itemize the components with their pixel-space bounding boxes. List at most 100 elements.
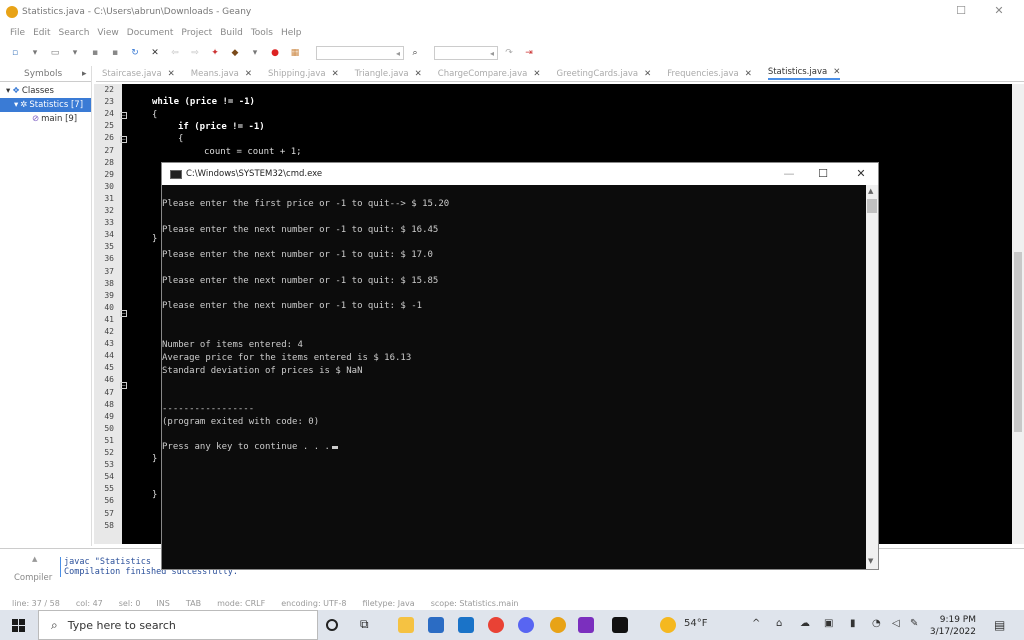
line-number: 44 (104, 351, 114, 361)
tab-label: GreetingCards.java (556, 68, 639, 79)
goto-line-field[interactable]: ◂ (434, 46, 498, 60)
close-tab-icon[interactable]: ✕ (245, 69, 252, 79)
run-icon[interactable]: ● (268, 46, 282, 60)
scrollbar-thumb[interactable] (1014, 252, 1022, 432)
tab-staircase[interactable]: Staircase.java ✕ (102, 69, 175, 79)
tab-frequencies[interactable]: Frequencies.java ✕ (667, 69, 752, 79)
search-field[interactable]: ◂ (316, 46, 404, 60)
menu-view[interactable]: View (97, 28, 118, 38)
fold-icon[interactable]: − (120, 136, 127, 143)
geany-icon[interactable] (550, 617, 566, 633)
expand-icon[interactable]: ▾ (6, 86, 10, 96)
tab-shipping[interactable]: Shipping.java ✕ (268, 69, 339, 79)
open-dropdown-icon[interactable]: ▾ (68, 46, 82, 60)
line-number: 42 (104, 327, 114, 336)
discord-icon[interactable] (518, 617, 534, 633)
tab-chargecompare[interactable]: ChargeCompare.java ✕ (438, 69, 541, 79)
tab-statistics[interactable]: Statistics.java ✕ (767, 67, 841, 80)
weather-temp[interactable]: 54°F (684, 618, 707, 629)
terminal-icon[interactable] (612, 617, 628, 633)
clock-time: 9:19 PM (939, 615, 976, 625)
tab-triangle[interactable]: Triangle.java ✕ (355, 69, 422, 79)
taskbar-search[interactable]: ⌕ Type here to search (38, 610, 318, 640)
save-icon[interactable]: ▪ (88, 46, 102, 60)
compile-icon[interactable]: ✦ (208, 46, 222, 60)
goto-line-icon[interactable]: ↷ (502, 46, 516, 60)
close-tab-icon[interactable]: ✕ (415, 69, 422, 79)
file-explorer-icon[interactable] (398, 617, 414, 633)
menu-document[interactable]: Document (127, 28, 174, 38)
editor-scrollbar[interactable] (1012, 84, 1024, 544)
scrollbar-thumb[interactable] (867, 199, 877, 213)
close-tab-icon[interactable]: ✕ (833, 67, 840, 77)
build-icon[interactable]: ◆ (228, 46, 242, 60)
tree-classes[interactable]: ▾ ❖ Classes (0, 84, 91, 98)
store-icon[interactable] (428, 617, 444, 633)
close-tab-icon[interactable]: ✕ (644, 69, 651, 79)
start-button[interactable] (0, 610, 36, 640)
network-icon[interactable]: ⌂ (776, 618, 782, 629)
new-file-icon[interactable]: ▫ (8, 46, 22, 60)
task-view-icon[interactable]: ⧉ (360, 617, 376, 633)
forward-icon[interactable]: ⇨ (188, 46, 202, 60)
minimize-icon[interactable]: — (782, 167, 796, 181)
menu-tools[interactable]: Tools (251, 28, 273, 38)
close-tab-icon[interactable]: ✕ (168, 69, 175, 79)
console-scrollbar[interactable]: ▲ ▼ (866, 185, 878, 569)
close-icon[interactable]: ✕ (992, 4, 1006, 18)
fold-icon[interactable]: − (120, 112, 127, 119)
tree-class-statistics[interactable]: ▾ ✲ Statistics [7] (0, 98, 91, 112)
line-number: 33 (104, 218, 114, 228)
chevron-up-icon[interactable]: ^ (752, 618, 760, 629)
chevron-up-icon[interactable]: ▲ (32, 555, 37, 563)
battery-icon[interactable]: ▮ (850, 618, 856, 629)
close-file-icon[interactable]: ✕ (148, 46, 162, 60)
scroll-down-icon[interactable]: ▼ (868, 557, 873, 565)
close-tab-icon[interactable]: ✕ (745, 69, 752, 79)
tab-means[interactable]: Means.java ✕ (191, 69, 252, 79)
mail-icon[interactable] (458, 617, 474, 633)
new-dropdown-icon[interactable]: ▾ (28, 46, 42, 60)
line-number: 28 (104, 157, 114, 167)
search-icon[interactable]: ⌕ (408, 46, 422, 60)
tab-greetingcards[interactable]: GreetingCards.java ✕ (556, 69, 651, 79)
volume-icon[interactable]: ◁ (892, 618, 900, 629)
menu-file[interactable]: File (10, 28, 25, 38)
maximize-icon[interactable]: ☐ (954, 4, 968, 18)
taskbar-clock[interactable]: 9:19 PM 3/17/2022 (916, 614, 976, 638)
chevron-right-icon[interactable]: ▸ (82, 69, 87, 79)
cortana-icon[interactable] (326, 619, 338, 631)
notification-icon[interactable]: ▤ (994, 618, 1005, 632)
onedrive-icon[interactable]: ☁ (800, 618, 810, 629)
tab-compiler[interactable]: Compiler (14, 573, 52, 583)
save-all-icon[interactable]: ▪ (108, 46, 122, 60)
maximize-icon[interactable]: ☐ (816, 167, 830, 181)
tree-method-main[interactable]: ⊘ main [9] (0, 112, 91, 126)
console-window[interactable]: C:\Windows\SYSTEM32\cmd.exe — ☐ ✕ Please… (161, 162, 879, 570)
open-file-icon[interactable]: ▭ (48, 46, 62, 60)
menu-build[interactable]: Build (220, 28, 243, 38)
scroll-up-icon[interactable]: ▲ (868, 187, 873, 195)
onenote-icon[interactable] (578, 617, 594, 633)
wifi-icon[interactable]: ◔ (872, 618, 881, 629)
menu-project[interactable]: Project (181, 28, 212, 38)
menu-edit[interactable]: Edit (33, 28, 50, 38)
tab-symbols[interactable]: Symbols ▸ (0, 66, 91, 82)
code-text: if (price != -1) (178, 122, 265, 132)
expand-icon[interactable]: ▾ (14, 100, 18, 110)
chrome-icon[interactable] (488, 617, 504, 633)
display-icon[interactable]: ▣ (824, 618, 833, 629)
console-title-bar[interactable]: C:\Windows\SYSTEM32\cmd.exe — ☐ ✕ (162, 163, 878, 185)
close-tab-icon[interactable]: ✕ (533, 69, 540, 79)
color-chooser-icon[interactable]: ▦ (288, 46, 302, 60)
menu-search[interactable]: Search (59, 28, 90, 38)
close-icon[interactable]: ✕ (854, 167, 868, 181)
build-dropdown-icon[interactable]: ▾ (248, 46, 262, 60)
fold-icon[interactable]: − (120, 382, 127, 389)
back-icon[interactable]: ⇦ (168, 46, 182, 60)
reload-icon[interactable]: ↻ (128, 46, 142, 60)
fold-icon[interactable]: − (120, 310, 127, 317)
menu-help[interactable]: Help (281, 28, 302, 38)
close-tab-icon[interactable]: ✕ (332, 69, 339, 79)
quit-icon[interactable]: ⇥ (522, 46, 536, 60)
